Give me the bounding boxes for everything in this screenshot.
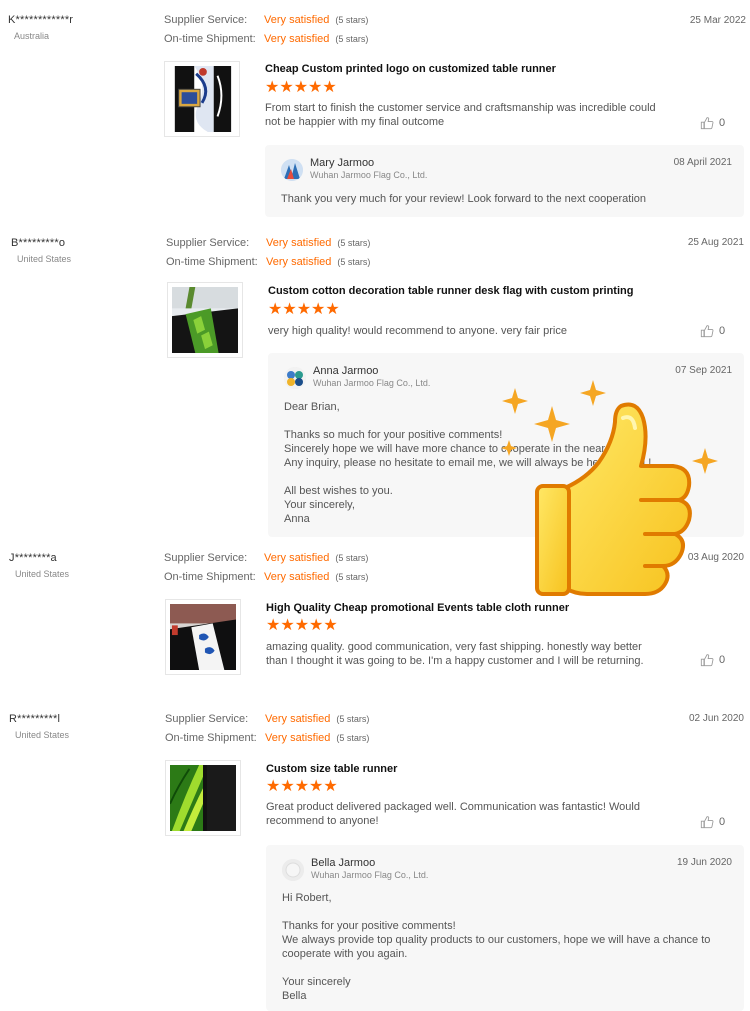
thumbs-up-icon [700,816,714,829]
shipment-rating: On-time Shipment: Very satisfied (5 stars) [164,571,368,583]
review-date: 25 Aug 2021 [687,237,744,248]
shipment-rating: On-time Shipment: Very satisfied (5 stars) [166,256,370,268]
rating-label: Supplier Service: [165,713,249,725]
avatar [281,159,303,181]
rating-label: Supplier Service: [164,14,248,26]
reply-author: Anna Jarmoo [313,365,379,377]
reply-body: Hi Robert, Thanks for your positive comm… [282,892,711,1002]
rating-stars-count: (5 stars) [337,238,371,248]
reply-date: 07 Sep 2021 [675,365,732,376]
reply-company: Wuhan Jarmoo Flag Co., Ltd. [313,378,431,388]
rating-value: Very satisfied [264,33,330,45]
product-thumbnail[interactable] [167,282,243,358]
star-rating: ★★★★★ [266,617,338,634]
rating-value: Very satisfied [264,571,330,583]
rating-value: Very satisfied [266,237,332,249]
supplier-service-rating: Supplier Service: Very satisfied (5 stars) [165,713,369,725]
like-count: 0 [719,117,726,129]
rating-stars-count: (5 stars) [336,714,370,724]
rating-stars-count: (5 stars) [335,553,369,563]
rating-stars-count: (5 stars) [337,257,371,267]
product-title[interactable]: Cheap Custom printed logo on customized … [265,63,556,75]
review-item: K************r Australia Supplier Servic… [0,0,750,225]
product-image [172,287,238,353]
rating-value: Very satisfied [264,14,330,26]
buyer-name: J********a [9,552,57,564]
supplier-reply: Mary Jarmoo Wuhan Jarmoo Flag Co., Ltd. … [265,145,744,217]
star-rating: ★★★★★ [268,301,340,318]
like-button[interactable]: 0 [700,815,725,829]
reply-date: 19 Jun 2020 [676,857,732,868]
rating-label: On-time Shipment: [165,732,257,744]
like-count: 0 [719,325,726,337]
rating-label: Supplier Service: [164,552,248,564]
review-text: very high quality! would recommend to an… [268,325,567,337]
rating-value: Very satisfied [264,552,330,564]
like-count: 0 [719,816,726,828]
product-thumbnail[interactable] [165,599,241,675]
review-text: Great product delivered packaged well. C… [266,801,640,827]
review-date: 25 Mar 2022 [689,15,746,26]
rating-stars-count: (5 stars) [335,572,369,582]
like-button[interactable]: 0 [700,653,725,667]
rating-value: Very satisfied [266,256,332,268]
buyer-name: B*********o [11,237,66,249]
rating-label: On-time Shipment: [166,256,258,268]
reply-author: Mary Jarmoo [310,157,375,169]
shipment-rating: On-time Shipment: Very satisfied (5 stars) [164,33,368,45]
product-image [169,66,235,132]
rating-label: On-time Shipment: [164,571,256,583]
buyer-country: United States [15,730,70,740]
thumbs-up-sparkle-sticker [495,378,725,608]
avatar [284,367,306,389]
thumbs-up-icon [700,654,714,667]
like-button[interactable]: 0 [700,116,725,130]
review-item: R*********l United States Supplier Servi… [0,705,750,1011]
supplier-service-rating: Supplier Service: Very satisfied (5 stars) [164,14,368,26]
product-thumbnail[interactable] [164,61,240,137]
rating-value: Very satisfied [265,713,331,725]
rating-label: On-time Shipment: [164,33,256,45]
review-text: From start to finish the customer servic… [265,102,656,128]
star-rating: ★★★★★ [266,778,338,795]
supplier-reply: Bella Jarmoo Wuhan Jarmoo Flag Co., Ltd.… [266,845,744,1011]
rating-stars-count: (5 stars) [335,34,369,44]
product-thumbnail[interactable] [165,760,241,836]
buyer-country: Australia [14,31,50,41]
reply-body: Thank you very much for your review! Loo… [281,193,647,205]
rating-label: Supplier Service: [166,237,250,249]
review-text: amazing quality. good communication, ver… [266,641,644,667]
like-button[interactable]: 0 [700,324,725,338]
reply-company: Wuhan Jarmoo Flag Co., Ltd. [310,170,428,180]
reply-company: Wuhan Jarmoo Flag Co., Ltd. [311,870,429,880]
product-title[interactable]: Custom cotton decoration table runner de… [268,285,633,297]
reply-date: 08 April 2021 [673,157,732,168]
avatar [282,859,304,881]
shipment-rating: On-time Shipment: Very satisfied (5 stars) [165,732,369,744]
product-title[interactable]: Custom size table runner [266,763,397,775]
supplier-service-rating: Supplier Service: Very satisfied (5 stars) [164,552,368,564]
product-image [170,604,236,670]
buyer-country: United States [17,254,72,264]
like-count: 0 [719,654,726,666]
buyer-name: K************r [8,14,74,26]
reply-author: Bella Jarmoo [311,857,376,869]
product-image [170,765,236,831]
supplier-service-rating: Supplier Service: Very satisfied (5 stars) [166,237,370,249]
review-date: 02 Jun 2020 [688,713,744,724]
thumbs-up-icon [700,325,714,338]
thumbs-up-sticker-graphic [501,380,718,596]
rating-value: Very satisfied [265,732,331,744]
buyer-country: United States [15,569,70,579]
buyer-name: R*********l [9,713,61,725]
rating-stars-count: (5 stars) [335,15,369,25]
rating-stars-count: (5 stars) [336,733,370,743]
star-rating: ★★★★★ [265,79,337,96]
thumbs-up-icon [700,117,714,130]
